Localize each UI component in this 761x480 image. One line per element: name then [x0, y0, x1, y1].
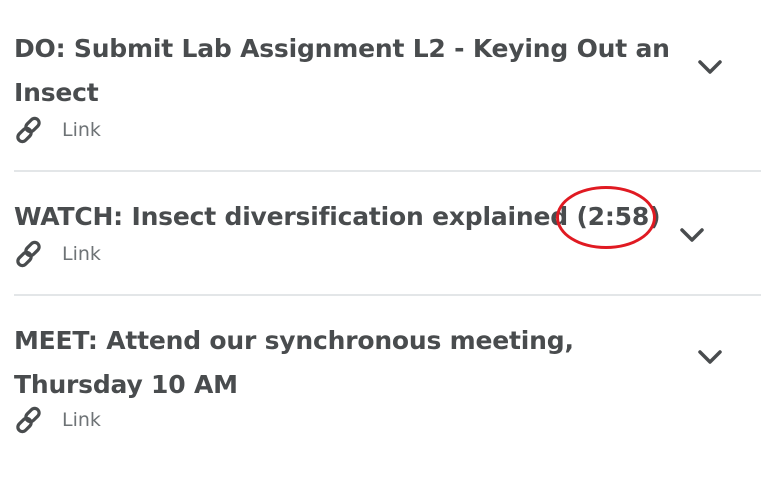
link-row[interactable]: Link	[14, 115, 101, 145]
item-title-line-1[interactable]: MEET: Attend our synchronous meeting,	[14, 319, 574, 363]
link-icon	[16, 116, 41, 144]
link-row[interactable]: Link	[14, 239, 101, 269]
item-title-line-1[interactable]: WATCH: Insect diversification explained …	[14, 195, 660, 239]
chevron-down-icon[interactable]	[696, 347, 724, 367]
item-title-line-2[interactable]: Thursday 10 AM	[14, 363, 238, 407]
chevron-down-icon[interactable]	[696, 57, 724, 77]
content-item-meet: MEET: Attend our synchronous meeting, Th…	[0, 295, 761, 480]
link-row[interactable]: Link	[14, 405, 101, 435]
content-item-do: DO: Submit Lab Assignment L2 - Keying Ou…	[0, 0, 761, 170]
content-item-watch: WATCH: Insect diversification explained …	[0, 171, 761, 295]
link-icon	[16, 240, 41, 268]
link-label[interactable]: Link	[62, 409, 101, 431]
link-label[interactable]: Link	[62, 243, 101, 265]
link-label[interactable]: Link	[62, 119, 101, 141]
item-title-line-1[interactable]: DO: Submit Lab Assignment L2 - Keying Ou…	[14, 27, 670, 71]
link-icon	[16, 406, 41, 434]
item-title-line-2[interactable]: Insect	[14, 71, 99, 115]
chevron-down-icon[interactable]	[678, 225, 706, 245]
